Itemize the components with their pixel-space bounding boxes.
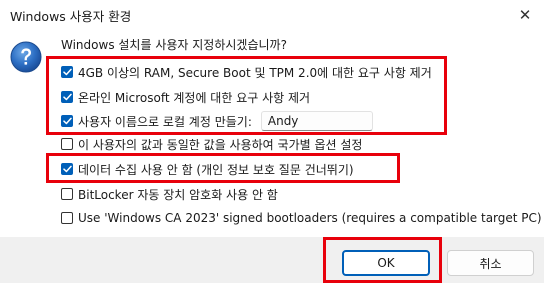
option-disable-bitlocker[interactable]: BitLocker 자동 장치 암호화 사용 안 함 [61, 185, 278, 203]
remove-online-account-checkbox[interactable] [61, 91, 73, 103]
option-label: Use 'Windows CA 2023' signed bootloaders… [78, 211, 542, 225]
option-remove-requirements[interactable]: 4GB 이상의 RAM, Secure Boot 및 TPM 2.0에 대한 요… [61, 63, 432, 81]
checkmark-icon [62, 165, 72, 173]
checkmark-icon [62, 68, 72, 76]
dialog-content: Windows 설치를 사용자 지정하시겠습니까? 4GB 이상의 RAM, S… [0, 30, 544, 237]
question-icon [10, 41, 42, 73]
disable-bitlocker-checkbox[interactable] [61, 188, 73, 200]
button-bar: OK 취소 [0, 237, 544, 283]
ok-button[interactable]: OK [342, 250, 430, 276]
option-label: BitLocker 자동 장치 암호화 사용 안 함 [78, 187, 278, 202]
option-regional-settings[interactable]: 이 사용자의 값과 동일한 값을 사용하여 국가별 옵션 설정 [61, 135, 362, 153]
checkmark-icon [62, 93, 72, 101]
disable-data-collection-checkbox[interactable] [61, 163, 73, 175]
option-label: 데이터 수집 사용 안 함 (개인 정보 보호 질문 건너뛰기) [78, 162, 354, 177]
ca2023-bootloaders-checkbox[interactable] [61, 212, 73, 224]
cancel-button[interactable]: 취소 [447, 250, 534, 276]
username-input[interactable] [260, 111, 373, 131]
option-label: 4GB 이상의 RAM, Secure Boot 및 TPM 2.0에 대한 요… [78, 65, 432, 80]
option-label: 온라인 Microsoft 계정에 대한 요구 사항 제거 [78, 90, 311, 105]
option-label: 사용자 이름으로 로컬 계정 만들기: [78, 114, 252, 129]
option-disable-data-collection[interactable]: 데이터 수집 사용 안 함 (개인 정보 보호 질문 건너뛰기) [61, 160, 354, 178]
window-title: Windows 사용자 환경 [10, 9, 132, 24]
checkmark-icon [62, 117, 72, 125]
local-account-checkbox[interactable] [61, 115, 73, 127]
question-text: Windows 설치를 사용자 지정하시겠습니까? [61, 38, 287, 52]
dialog-window: Windows 사용자 환경 ✕ Windows 설치를 사용자 지정하시겠습니… [0, 0, 544, 283]
remove-requirements-checkbox[interactable] [61, 66, 73, 78]
option-label: 이 사용자의 값과 동일한 값을 사용하여 국가별 옵션 설정 [78, 137, 363, 152]
close-icon[interactable]: ✕ [514, 4, 536, 26]
regional-settings-checkbox[interactable] [61, 138, 73, 150]
title-bar[interactable]: Windows 사용자 환경 ✕ [0, 0, 544, 30]
option-local-account[interactable]: 사용자 이름으로 로컬 계정 만들기: [61, 111, 373, 131]
option-remove-online-account[interactable]: 온라인 Microsoft 계정에 대한 요구 사항 제거 [61, 88, 310, 106]
option-ca2023-bootloaders[interactable]: Use 'Windows CA 2023' signed bootloaders… [61, 209, 542, 227]
